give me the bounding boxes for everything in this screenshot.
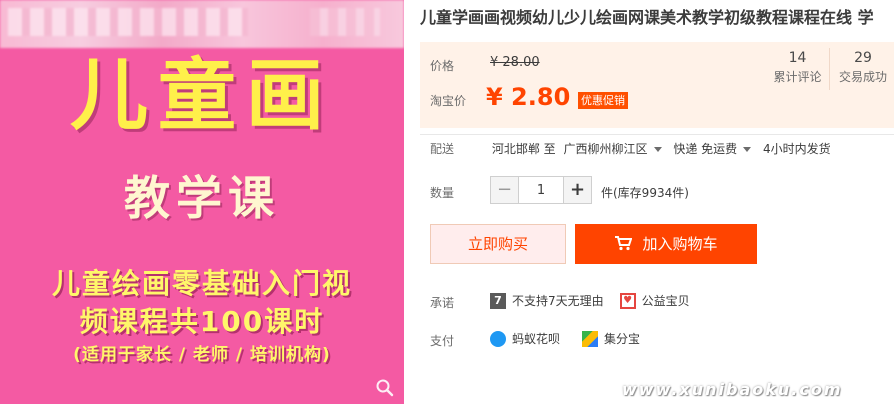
divider (420, 134, 894, 135)
original-price: ¥ 28.00 (490, 55, 540, 70)
stock-info: 件(库存9934件) (601, 186, 689, 200)
reviews-label: 累计评论 (773, 70, 822, 84)
no-return-item[interactable]: 7 不支持7天无理由 (490, 292, 604, 309)
cart-icon (614, 224, 633, 264)
shipping-row: 配送 河北邯郸 至 广西柳州柳江区 快递 免运费 4小时内发货 (430, 140, 835, 157)
quantity-input[interactable] (519, 177, 563, 203)
charity-text: 公益宝贝 (641, 294, 690, 308)
payment-row: 蚂蚁花呗 集分宝 (490, 330, 662, 347)
product-title: 儿童学画画视频幼儿少儿绘画网课美术教学初级教程课程在线 学 (420, 8, 874, 27)
watermark: www.xunibaoku.com (622, 380, 843, 399)
jifenbao-text: 集分宝 (604, 332, 641, 346)
buy-now-button[interactable]: 立即购买 (430, 224, 566, 264)
price-label: 价格 (430, 59, 455, 73)
quantity-label: 数量 (430, 186, 455, 200)
reviews-stat[interactable]: 14 累计评论 (766, 48, 830, 90)
no-7-day-return-icon: 7 (490, 292, 506, 309)
dispatch-time: 4小时内发货 (763, 142, 831, 156)
product-page: 儿童画 教学课 儿童绘画零基础入门视 频课程共100课时 (适用于家长 / 老师… (0, 0, 895, 404)
image-line-2: 频课程共100课时 (79, 305, 325, 338)
ship-to-select[interactable]: 广西柳州柳江区 (564, 140, 648, 157)
promise-row: 7 不支持7天无理由 ♥ 公益宝贝 (490, 292, 706, 309)
image-subtitle: 教学课 (124, 171, 280, 225)
taobao-price-label: 淘宝价 (430, 94, 467, 108)
charity-item[interactable]: ♥ 公益宝贝 (619, 292, 690, 309)
image-line-1: 儿童绘画零基础入门视 (51, 267, 352, 300)
blurred-header (0, 0, 404, 48)
price-panel: 价格 ¥ 28.00 淘宝价 ¥ 2.80 优惠促销 14 累计评论 29 交易… (420, 42, 894, 128)
sales-label: 交易成功 (838, 70, 887, 84)
promo-badge[interactable]: 优惠促销 (578, 92, 628, 109)
no-return-text: 不支持7天无理由 (512, 294, 604, 308)
image-title: 儿童画 (69, 51, 334, 141)
quantity-stepper: − + (490, 176, 592, 204)
promise-label: 承诺 (430, 296, 455, 310)
jifenbao-item[interactable]: 集分宝 (582, 330, 640, 347)
quantity-increase-button[interactable]: + (563, 177, 591, 203)
reviews-count: 14 (788, 50, 807, 66)
sales-stat: 29 交易成功 (831, 48, 895, 90)
huabei-icon (490, 330, 506, 347)
payment-label: 支付 (430, 334, 455, 348)
charity-heart-icon: ♥ (619, 292, 636, 309)
add-to-cart-button[interactable]: 加入购物车 (575, 224, 757, 264)
quantity-decrease-button[interactable]: − (491, 177, 519, 203)
ship-from: 河北邯郸 至 (491, 142, 556, 156)
product-image[interactable]: 儿童画 教学课 儿童绘画零基础入门视 频课程共100课时 (适用于家长 / 老师… (0, 0, 404, 404)
sales-count: 29 (854, 50, 872, 66)
taobao-price: ¥ 2.80 (486, 83, 571, 111)
huabei-item[interactable]: 蚂蚁花呗 (490, 330, 560, 347)
shipping-label: 配送 (430, 142, 455, 156)
jifenbao-icon (582, 330, 599, 347)
add-to-cart-label: 加入购物车 (642, 235, 718, 253)
huabei-text: 蚂蚁花呗 (512, 332, 561, 346)
ship-method-select[interactable]: 快递 免运费 (673, 140, 737, 157)
magnifier-icon[interactable] (374, 378, 396, 400)
image-line-3: (适用于家长 / 老师 / 培训机构) (73, 345, 331, 365)
chevron-down-icon[interactable] (653, 147, 662, 152)
chevron-down-icon[interactable] (743, 147, 752, 152)
